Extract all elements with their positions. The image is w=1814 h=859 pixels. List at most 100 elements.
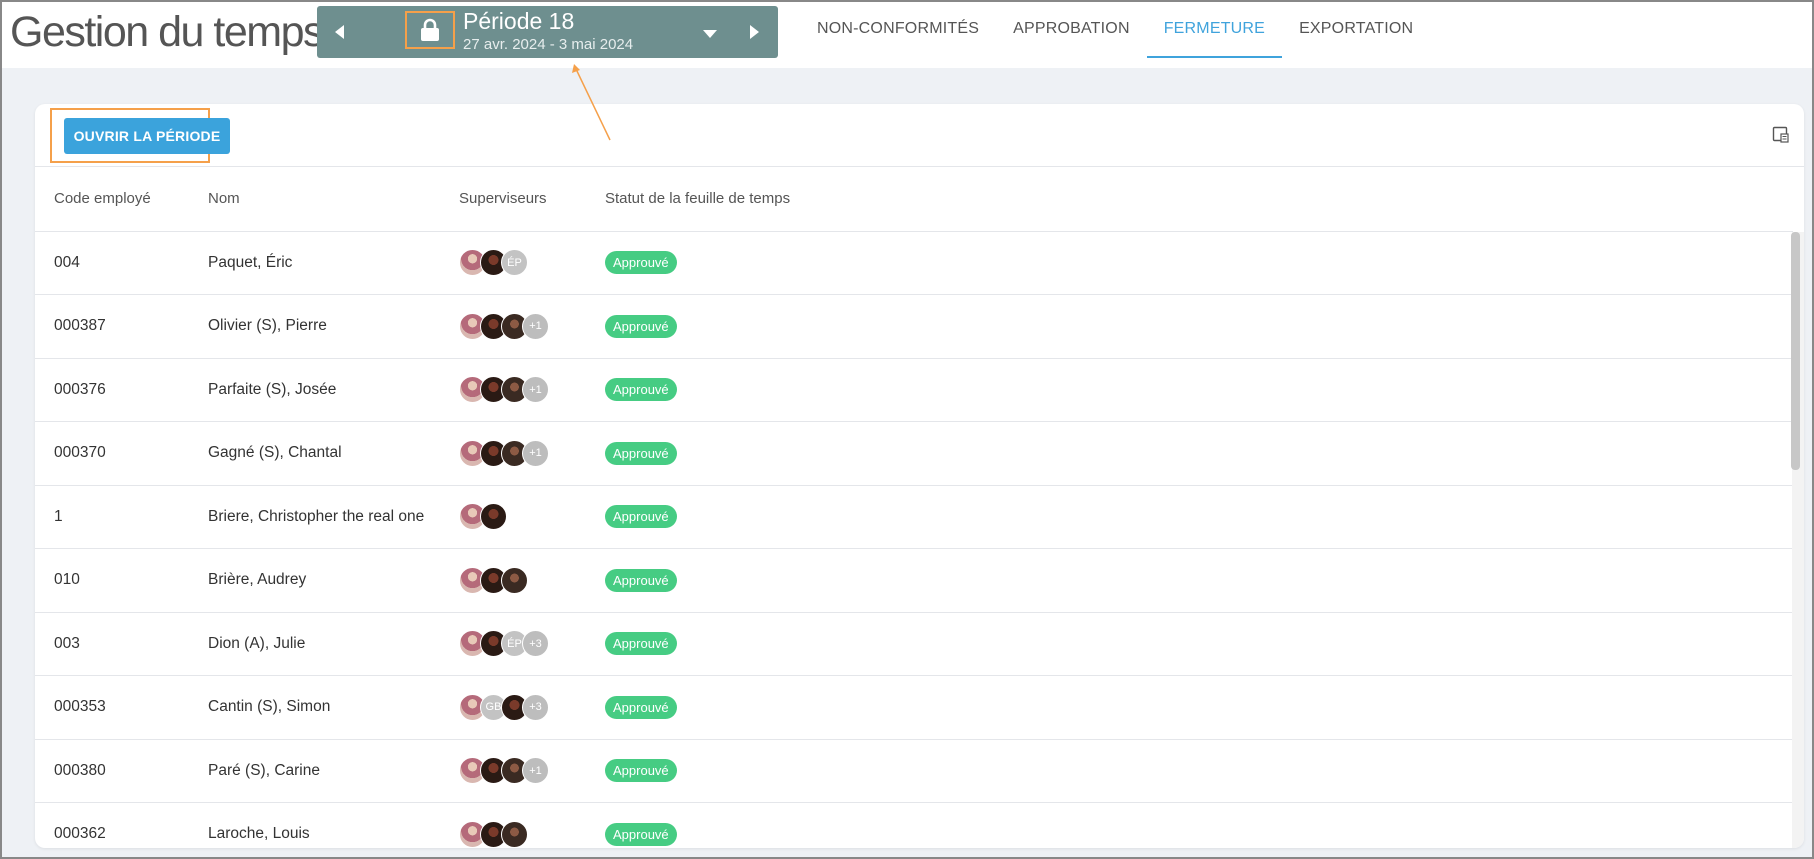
more-supervisors-badge[interactable]: +1 (522, 757, 549, 785)
scrollbar-thumb[interactable] (1791, 232, 1800, 470)
header-name[interactable]: Nom (208, 167, 459, 232)
supervisors-cell: +1 (459, 739, 605, 803)
period-dropdown-button[interactable] (698, 24, 722, 44)
next-period-button[interactable] (742, 20, 766, 44)
lock-icon (421, 18, 439, 41)
supervisors-cell (459, 548, 605, 613)
tab-exportation[interactable]: EXPORTATION (1282, 0, 1430, 58)
table-row[interactable]: 1 Briere, Christopher the real one Approuv… (35, 485, 1793, 549)
caret-left-icon (334, 25, 344, 39)
status-badge: Approuvé (605, 822, 677, 846)
avatar-initials[interactable]: ÉP (501, 249, 528, 277)
employee-code: 003 (54, 612, 208, 676)
table-row[interactable]: 010 Brière, Audrey Approuvé (35, 548, 1793, 613)
previous-period-button[interactable] (327, 20, 351, 44)
period-dates: 27 avr. 2024 - 3 mai 2024 (463, 36, 634, 53)
employees-table: Code employé Nom Superviseurs Statut de … (35, 167, 1793, 848)
supervisors-cell: ÉP (459, 231, 605, 295)
status-badge: Approuvé (605, 632, 677, 656)
lock-period-button[interactable] (405, 11, 455, 49)
supervisors-cell: +1 (459, 294, 605, 359)
table-row[interactable]: 003 Dion (A), Julie ÉP +3 Approuvé (35, 612, 1793, 676)
supervisor-avatars[interactable]: GB +3 (459, 693, 605, 721)
supervisors-cell (459, 802, 605, 848)
status-badge: Approuvé (605, 505, 677, 529)
tab-non-conformites[interactable]: NON-CONFORMITÉS (800, 0, 996, 58)
employee-name: Olivier (S), Pierre (208, 294, 459, 359)
employee-code: 000353 (54, 675, 208, 740)
tab-bar: NON-CONFORMITÉS APPROBATION FERMETURE EX… (800, 0, 1430, 58)
employee-name: Cantin (S), Simon (208, 675, 459, 740)
table-row[interactable]: 000362 Laroche, Louis Approuvé (35, 802, 1793, 848)
employee-name: Parfaite (S), Josée (208, 358, 459, 422)
employee-code: 000370 (54, 421, 208, 486)
employee-code: 000362 (54, 802, 208, 848)
caret-right-icon (749, 25, 759, 39)
employee-name: Laroche, Louis (208, 802, 459, 848)
avatar[interactable] (480, 503, 507, 531)
header-status[interactable]: Statut de la feuille de temps (605, 167, 1793, 232)
employee-code: 1 (54, 485, 208, 549)
status-badge: Approuvé (605, 314, 677, 338)
table-row[interactable]: 000353 Cantin (S), Simon GB +3 Approuvé (35, 675, 1793, 740)
supervisor-avatars[interactable]: ÉP +3 (459, 630, 605, 658)
status-badge: Approuvé (605, 251, 677, 275)
avatar[interactable] (501, 820, 528, 848)
status-badge: Approuvé (605, 568, 677, 592)
employee-name: Brière, Audrey (208, 548, 459, 613)
employee-code: 000387 (54, 294, 208, 359)
table-row[interactable]: 004 Paquet, Éric ÉP Approuvé (35, 231, 1793, 295)
supervisor-avatars[interactable]: +1 (459, 757, 605, 785)
supervisor-avatars[interactable] (459, 820, 605, 848)
employee-code: 004 (54, 231, 208, 295)
supervisors-cell: ÉP +3 (459, 612, 605, 676)
supervisor-avatars[interactable] (459, 503, 605, 531)
tab-fermeture[interactable]: FERMETURE (1146, 0, 1283, 58)
more-supervisors-badge[interactable]: +1 (522, 439, 549, 467)
table-header-row: Code employé Nom Superviseurs Statut de … (35, 167, 1793, 232)
employee-name: Paré (S), Carine (208, 739, 459, 803)
status-badge: Approuvé (605, 695, 677, 719)
status-badge: Approuvé (605, 378, 677, 402)
status-badge: Approuvé (605, 441, 677, 465)
supervisors-cell: +1 (459, 358, 605, 422)
table-row[interactable]: 000387 Olivier (S), Pierre +1 Approuvé (35, 294, 1793, 359)
table-row[interactable]: 000380 Paré (S), Carine +1 Approuvé (35, 739, 1793, 803)
employee-code: 010 (54, 548, 208, 613)
supervisor-avatars[interactable]: +1 (459, 312, 605, 340)
table-row[interactable]: 000370 Gagné (S), Chantal +1 Approuvé (35, 421, 1793, 486)
supervisor-avatars[interactable]: +1 (459, 439, 605, 467)
more-supervisors-badge[interactable]: +1 (522, 312, 549, 340)
closure-card: OUVRIR LA PÉRIODE Code employé Nom Super… (35, 104, 1804, 848)
card-toolbar: OUVRIR LA PÉRIODE (35, 104, 1804, 167)
table-row[interactable]: 000376 Parfaite (S), Josée +1 Approuvé (35, 358, 1793, 422)
top-bar: Gestion du temps Période 18 27 avr. 2024… (0, 0, 1814, 68)
tab-approbation[interactable]: APPROBATION (996, 0, 1147, 58)
status-badge: Approuvé (605, 759, 677, 783)
period-navigator: Période 18 27 avr. 2024 - 3 mai 2024 (317, 6, 778, 58)
column-settings-icon[interactable] (1772, 126, 1790, 144)
employee-name: Gagné (S), Chantal (208, 421, 459, 486)
supervisors-cell (459, 485, 605, 549)
supervisors-cell: +1 (459, 421, 605, 486)
more-supervisors-badge[interactable]: +3 (522, 630, 549, 658)
employee-name: Dion (A), Julie (208, 612, 459, 676)
annotation-arrow (572, 64, 611, 141)
header-supervisors[interactable]: Superviseurs (459, 167, 605, 232)
open-period-button[interactable]: OUVRIR LA PÉRIODE (64, 118, 230, 154)
employee-name: Briere, Christopher the real one (208, 485, 459, 549)
supervisor-avatars[interactable] (459, 566, 605, 594)
period-title: Période 18 (463, 8, 575, 34)
more-supervisors-badge[interactable]: +3 (522, 693, 549, 721)
header-code[interactable]: Code employé (54, 167, 208, 232)
employee-code: 000376 (54, 358, 208, 422)
employee-name: Paquet, Éric (208, 231, 459, 295)
supervisor-avatars[interactable]: +1 (459, 376, 605, 404)
employee-code: 000380 (54, 739, 208, 803)
caret-down-icon (703, 30, 717, 38)
app-title: Gestion du temps (10, 8, 325, 56)
more-supervisors-badge[interactable]: +1 (522, 376, 549, 404)
supervisor-avatars[interactable]: ÉP (459, 249, 605, 277)
supervisors-cell: GB +3 (459, 675, 605, 740)
avatar[interactable] (501, 566, 528, 594)
